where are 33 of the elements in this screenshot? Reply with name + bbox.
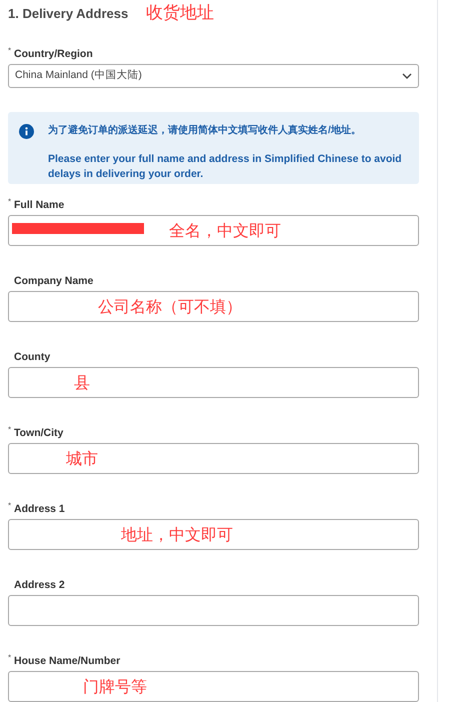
field-label: House Name/Number	[14, 654, 120, 668]
annotation-text: 门牌号等	[83, 677, 147, 697]
notice-text: Please enter your full name and address in Simplified Chinese to avoid delays in delivering your order.	[48, 152, 403, 182]
required-mark: *	[8, 198, 12, 206]
annotation-text: 地址，中文即可	[121, 525, 233, 545]
text-field[interactable]: 地址，中文即可	[8, 519, 419, 550]
required-mark: *	[8, 654, 12, 662]
field-label: Company Name	[14, 274, 94, 288]
text-field[interactable]	[8, 595, 419, 626]
text-field[interactable]: 城市	[8, 443, 419, 474]
required-mark: *	[8, 46, 12, 55]
annotation-text: 公司名称（可不填）	[98, 297, 242, 317]
field-label: Address 2	[14, 578, 65, 592]
required-mark: *	[8, 426, 12, 434]
annotation-text: 收货地址	[146, 2, 214, 25]
field-label: Address 1	[14, 502, 65, 516]
annotation-text: 全名，中文即可	[169, 221, 281, 241]
annotation-text: 县	[74, 373, 90, 393]
text-field[interactable]: 门牌号等	[8, 671, 419, 702]
text-field[interactable]: 县	[8, 367, 419, 398]
field-label: Town/City	[14, 426, 64, 440]
field-label: Full Name	[14, 198, 64, 212]
section-title: 1. Delivery Address	[8, 4, 128, 23]
required-mark: *	[8, 502, 12, 510]
country-select[interactable]: China Mainland (中国大陆)	[8, 64, 419, 88]
text-field[interactable]: 公司名称（可不填）	[8, 291, 419, 322]
field-label: Country/Region	[14, 46, 93, 61]
info-icon	[19, 124, 34, 139]
annotation-text: 城市	[66, 449, 98, 469]
notice-text: 为了避免订单的派送延迟，请使用简体中文填写收件人真实姓名/地址。	[48, 124, 362, 138]
field-label: County	[14, 350, 50, 364]
text-field[interactable]: 全名，中文即可	[8, 215, 419, 246]
chevron-down-icon	[402, 72, 412, 79]
